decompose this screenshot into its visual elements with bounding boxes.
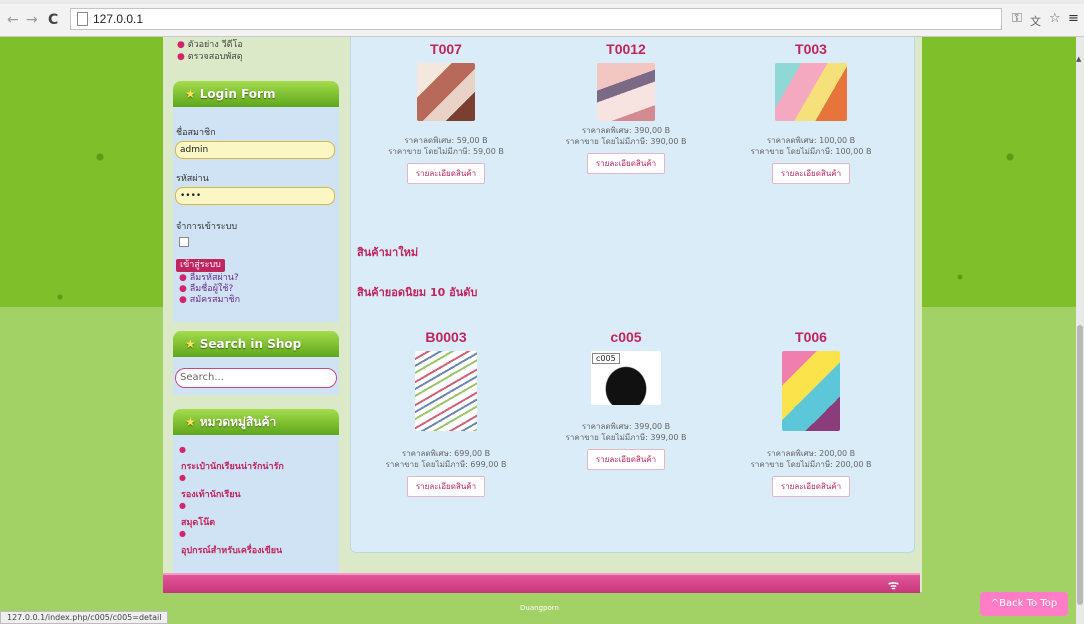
forgot-username-link[interactable]: ● ลืมชื่อผู้ใช้? (179, 284, 240, 295)
special-price: ราคาลดพิเศษ: 699,00 B (401, 449, 491, 458)
search-box: Search... (173, 357, 339, 395)
footer-bar: ᯤ (163, 573, 920, 593)
category-bullet: ● (179, 529, 186, 538)
new-products-heading: สินค้ามาใหม่ (357, 246, 419, 259)
image-tooltip: c005 (592, 353, 620, 364)
product-image[interactable]: c005 (591, 351, 661, 405)
category-bullet: ● (179, 473, 186, 482)
normal-price: ราคาขาย โดยไม่มีภาษี: 699,00 B (385, 460, 507, 469)
product-detail-button[interactable]: รายละเอียดสินค้า (771, 476, 851, 497)
special-price: ราคาลดพิเศษ: 59,00 B (404, 136, 488, 145)
product-image[interactable] (782, 351, 840, 431)
product-image[interactable] (775, 63, 847, 121)
product-code[interactable]: B0003 (371, 329, 521, 345)
categories-header: ★ หมวดหมู่สินค้า (173, 409, 339, 435)
browser-toolbar: ← → C 127.0.0.1 ⚿ 文 ☆ ≡ (0, 0, 1084, 37)
remember-label: จำการเข้าระบบ (176, 222, 238, 232)
special-price: ราคาลดพิเศษ: 390,00 B (581, 126, 671, 135)
categories-list: ● กระเป๋านักเรียนน่ารักน่ารัก ● รองเท้าน… (173, 435, 339, 573)
category-bullet: ● (179, 501, 186, 510)
product-card: T006 ราคาลดพิเศษ: 200,00 B ราคาขาย โดยไม… (736, 329, 886, 497)
product-image[interactable] (597, 63, 655, 121)
normal-price: ราคาขาย โดยไม่มีภาษี: 59,00 B (388, 147, 504, 156)
remember-checkbox[interactable] (179, 237, 189, 247)
reload-icon[interactable]: C (48, 12, 58, 28)
bookmark-star-icon[interactable]: ☆ (1049, 11, 1061, 26)
normal-price: ราคาขาย โดยไม่มีภาษี: 200,00 B (750, 460, 872, 469)
normal-price: ราคาขาย โดยไม่มีภาษี: 399,00 B (565, 433, 687, 442)
special-price: ราคาลดพิเศษ: 100,00 B (766, 136, 856, 145)
scrollbar[interactable]: ▲ (1076, 37, 1084, 624)
scroll-up-icon[interactable]: ▲ (1076, 55, 1081, 63)
product-detail-button[interactable]: รายละเอียดสินค้า (771, 163, 851, 184)
menu-icon[interactable]: ≡ (1068, 11, 1079, 26)
category-item[interactable]: รองเท้านักเรียน (181, 487, 241, 501)
product-card: c005 c005 ราคาลดพิเศษ: 399,00 B ราคาขาย … (551, 329, 701, 470)
search-input[interactable]: Search... (175, 368, 337, 388)
product-panel: T007 ราคาลดพิเศษ: 59,00 B ราคาขาย โดยไม่… (350, 37, 915, 553)
translate-icon[interactable]: 文 (1030, 13, 1041, 29)
login-links: ● ลืมรหัสผ่าน? ● ลืมชื่อผู้ใช้? ● สมัครส… (179, 273, 240, 306)
category-bullet: ● (179, 445, 186, 454)
product-card: T003 ราคาลดพิเศษ: 100,00 B ราคาขาย โดยไม… (736, 41, 886, 184)
page-icon (77, 12, 88, 26)
category-item[interactable]: กระเป๋านักเรียนน่ารักน่ารัก (181, 459, 284, 473)
category-item[interactable]: สมุดโน๊ต (181, 515, 215, 529)
top-products-heading: สินค้ายอดนิยม 10 อันดับ (357, 286, 478, 299)
product-card: T0012 ราคาลดพิเศษ: 390,00 B ราคาขาย โดยไ… (551, 41, 701, 174)
product-code[interactable]: T0012 (551, 41, 701, 57)
search-header: ★ Search in Shop (173, 331, 339, 357)
product-code[interactable]: T007 (371, 41, 521, 57)
product-code[interactable]: T006 (736, 329, 886, 345)
login-form: ชื่อสมาชิก admin รหัสผ่าน •••• จำการเข้า… (173, 107, 339, 322)
star-icon: ★ (185, 415, 196, 429)
sidebar-top-links: ● ตัวอย่าง วีดีโอ ● ตรวจสอบพัสดุ (177, 39, 243, 63)
back-to-top-button[interactable]: ^Back To Top (980, 592, 1068, 616)
address-bar[interactable]: 127.0.0.1 (70, 8, 1002, 30)
forward-icon[interactable]: → (26, 12, 38, 28)
sidebar: ● ตัวอย่าง วีดีโอ ● ตรวจสอบพัสดุ ★ Login … (165, 37, 341, 577)
product-card: T007 ราคาลดพิเศษ: 59,00 B ราคาขาย โดยไม่… (371, 41, 521, 184)
status-bar-url: 127.0.0.1/index.php/c005/c005=detail (0, 611, 169, 624)
star-icon: ★ (185, 337, 196, 351)
product-detail-button[interactable]: รายละเอียดสินค้า (586, 449, 666, 470)
product-image[interactable] (417, 63, 475, 121)
register-link[interactable]: ● สมัครสมาชิก (179, 295, 240, 306)
product-detail-button[interactable]: รายละเอียดสินค้า (406, 163, 486, 184)
address-url[interactable]: 127.0.0.1 (93, 12, 143, 26)
sidebar-link-video[interactable]: ● ตัวอย่าง วีดีโอ (177, 39, 243, 51)
special-price: ราคาลดพิเศษ: 399,00 B (581, 422, 671, 431)
footer-credit: Duangporn (520, 604, 559, 612)
product-detail-button[interactable]: รายละเอียดสินค้า (406, 476, 486, 497)
sidebar-link-tracking[interactable]: ● ตรวจสอบพัสดุ (177, 51, 243, 63)
password-label: รหัสผ่าน (176, 174, 209, 184)
scrollbar-thumb[interactable] (1077, 325, 1083, 605)
forgot-password-link[interactable]: ● ลืมรหัสผ่าน? (179, 273, 240, 284)
login-form-header: ★ Login Form (173, 81, 339, 107)
normal-price: ราคาขาย โดยไม่มีภาษี: 100,00 B (750, 147, 872, 156)
key-icon[interactable]: ⚿ (1012, 11, 1022, 26)
product-card: B0003 ราคาลดพิเศษ: 699,00 B ราคาขาย โดยไ… (371, 329, 521, 497)
special-price: ราคาลดพิเศษ: 200,00 B (766, 449, 856, 458)
rss-icon[interactable]: ᯤ (888, 576, 899, 593)
username-field[interactable]: admin (175, 141, 335, 159)
product-image[interactable] (415, 351, 477, 431)
product-detail-button[interactable]: รายละเอียดสินค้า (586, 153, 666, 174)
product-code[interactable]: c005 (551, 329, 701, 345)
password-field[interactable]: •••• (175, 187, 335, 205)
tab-strip (0, 0, 1084, 4)
star-icon: ★ (185, 87, 196, 101)
product-code[interactable]: T003 (736, 41, 886, 57)
normal-price: ราคาขาย โดยไม่มีภาษี: 390,00 B (565, 137, 687, 146)
category-item[interactable]: อุปกรณ์สำหรับเครื่องเขียน (181, 543, 282, 557)
login-button[interactable]: เข้าสู่ระบบ (176, 259, 225, 272)
username-label: ชื่อสมาชิก (176, 128, 216, 138)
back-icon[interactable]: ← (7, 12, 19, 28)
